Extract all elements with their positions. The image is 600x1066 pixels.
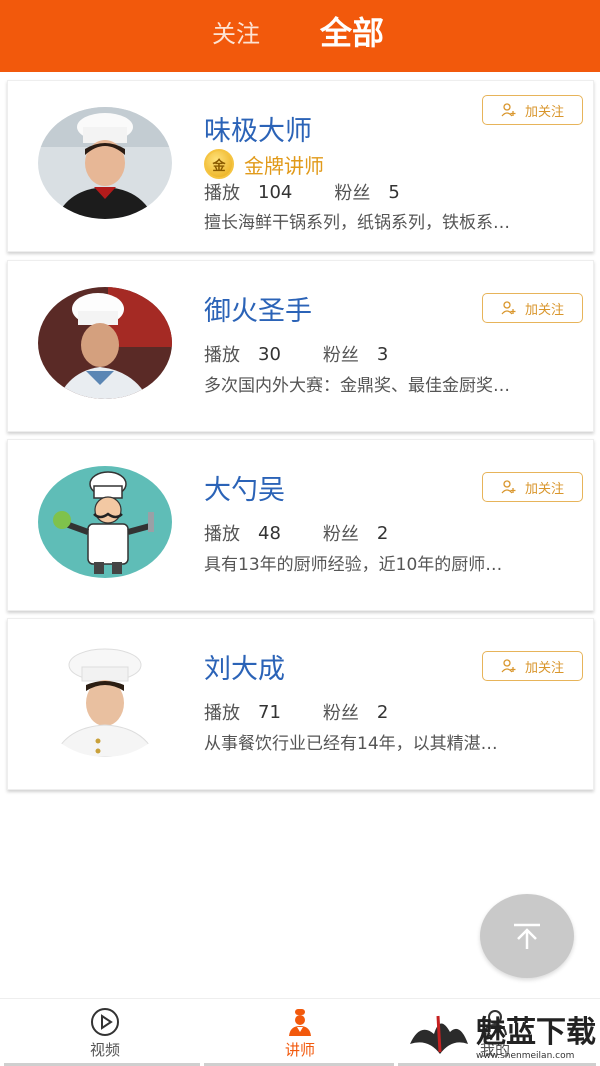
follow-label: 加关注	[524, 481, 564, 497]
follow-button[interactable]: 加关注	[482, 651, 583, 681]
svg-text:www.shenmeilan.com: www.shenmeilan.com	[476, 1051, 574, 1061]
play-count: 30	[258, 343, 281, 365]
avatar	[38, 107, 172, 219]
fans-count: 2	[376, 522, 389, 544]
teacher-description: 擅长海鲜干锅系列，纸锅系列，铁板系…	[204, 213, 510, 233]
fans-count: 2	[376, 701, 389, 723]
header-bar: 关注 全部	[0, 0, 600, 72]
teacher-name: 御火圣手	[204, 296, 312, 327]
fans-label: 粉丝	[322, 345, 359, 366]
avatar	[38, 645, 172, 757]
play-label: 播放	[204, 703, 240, 724]
fans-count: 5	[388, 181, 400, 203]
fans-label: 粉丝	[322, 524, 359, 545]
play-count: 104	[258, 181, 293, 203]
follow-label: 加关注	[524, 660, 564, 676]
avatar	[38, 287, 172, 399]
follow-button[interactable]: 加关注	[482, 293, 583, 323]
play-count: 71	[258, 701, 281, 723]
follow-button[interactable]: 加关注	[482, 95, 583, 125]
fans-label: 粉丝	[322, 703, 359, 724]
page: 关注 全部 味极大师 金 金牌讲师 播放 104 粉丝 5 擅长海鲜干锅系列，纸…	[0, 0, 600, 1066]
teacher-description: 从事餐饮行业已经有14年，以其精湛…	[204, 734, 498, 754]
nav-teacher[interactable]: 讲师	[200, 999, 400, 1065]
gold-medal-icon: 金	[204, 149, 234, 179]
follow-label: 加关注	[524, 104, 564, 120]
add-user-icon	[501, 103, 516, 117]
follow-label: 加关注	[524, 302, 564, 318]
tab-follow[interactable]: 关注	[212, 14, 260, 49]
dragon-logo-icon	[410, 1015, 468, 1054]
fans-count: 3	[376, 343, 389, 365]
nav-video-label: 视频	[89, 1041, 120, 1059]
stats-row: 播放 71 粉丝 2	[204, 699, 388, 725]
svg-text:魅蓝下载: 魅蓝下载	[476, 1015, 596, 1050]
teacher-description: 具有13年的厨师经验，近10年的厨师…	[204, 555, 503, 575]
teacher-name: 刘大成	[204, 654, 285, 685]
stats-row: 播放 48 粉丝 2	[204, 520, 388, 546]
play-count: 48	[258, 522, 281, 544]
add-user-icon	[501, 659, 516, 673]
play-circle-icon	[91, 1008, 119, 1036]
teacher-name: 味极大师	[204, 116, 312, 147]
chef-icon	[289, 1009, 311, 1036]
play-label: 播放	[204, 345, 240, 366]
watermark: 魅蓝下载 www.shenmeilan.com	[400, 1004, 600, 1066]
stats-row: 播放 104 粉丝 5	[204, 179, 400, 205]
avatar	[38, 466, 172, 578]
teacher-description: 多次国内外大赛：金鼎奖、最佳金厨奖…	[204, 376, 510, 396]
play-label: 播放	[204, 524, 240, 545]
teacher-card[interactable]: 味极大师 金 金牌讲师 播放 104 粉丝 5 擅长海鲜干锅系列，纸锅系列，铁板…	[7, 80, 594, 252]
arrow-up-icon	[514, 923, 540, 949]
tab-all[interactable]: 全部	[320, 8, 384, 54]
teacher-name: 大勺吴	[204, 475, 285, 506]
follow-button[interactable]: 加关注	[482, 472, 583, 502]
play-label: 播放	[204, 183, 240, 204]
stats-row: 播放 30 粉丝 3	[204, 341, 388, 367]
nav-teacher-label: 讲师	[284, 1041, 315, 1059]
teacher-card[interactable]: 刘大成 播放 71 粉丝 2 从事餐饮行业已经有14年，以其精湛… 加关注	[7, 618, 594, 790]
nav-video[interactable]: 视频	[5, 999, 205, 1065]
teacher-card[interactable]: 大勺吴 播放 48 粉丝 2 具有13年的厨师经验，近10年的厨师… 加关注	[7, 439, 594, 611]
add-user-icon	[501, 301, 516, 315]
teacher-card[interactable]: 御火圣手 播放 30 粉丝 3 多次国内外大赛：金鼎奖、最佳金厨奖… 加关注	[7, 260, 594, 432]
badge-label: 金牌讲师	[244, 153, 324, 178]
fans-label: 粉丝	[334, 183, 371, 204]
scroll-top-button[interactable]	[480, 894, 574, 978]
add-user-icon	[501, 480, 516, 494]
gold-badge: 金 金牌讲师	[204, 149, 324, 179]
